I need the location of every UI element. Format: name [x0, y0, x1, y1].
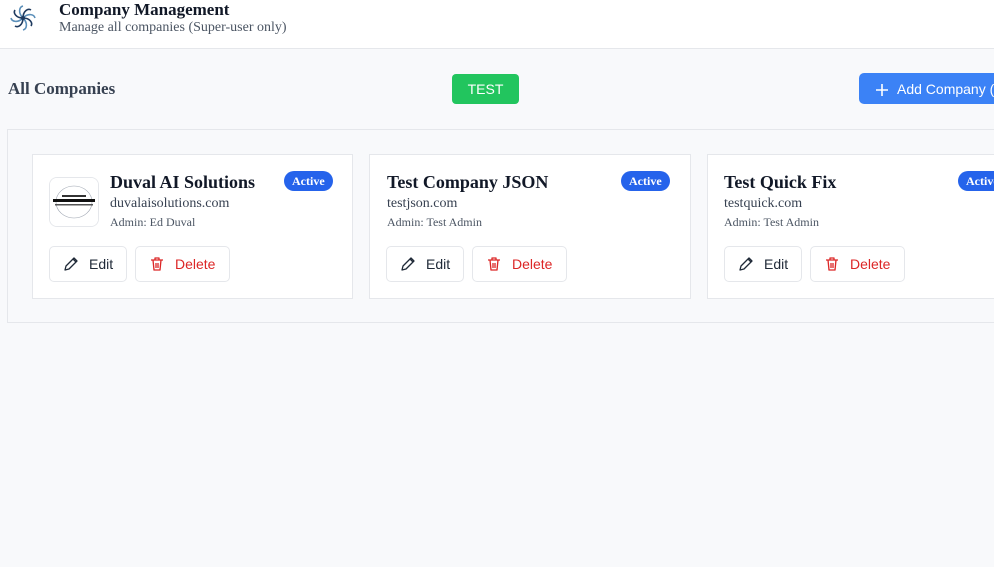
company-card: Test Quick Fix testquick.com Admin: Test… [707, 154, 994, 299]
delete-label: Delete [512, 256, 553, 272]
delete-button[interactable]: Delete [135, 246, 230, 282]
page-title: Company Management [59, 0, 230, 19]
status-badge: Active [284, 171, 333, 191]
page-subtitle: Manage all companies (Super-user only) [59, 20, 287, 35]
pencil-icon [738, 256, 754, 272]
page-header: Company Management Manage all companies … [0, 0, 994, 49]
status-badge: Active [958, 171, 994, 191]
add-company-button[interactable]: Add Company ( [859, 73, 994, 104]
edit-label: Edit [426, 256, 451, 272]
pencil-icon [63, 256, 79, 272]
company-domain: testjson.com [387, 196, 458, 211]
company-logo [49, 177, 99, 227]
edit-button[interactable]: Edit [724, 246, 802, 282]
company-admin: Admin: Ed Duval [110, 215, 196, 229]
trash-icon [149, 256, 165, 272]
add-company-label: Add Company ( [897, 80, 994, 97]
edit-label: Edit [764, 256, 789, 272]
company-name: Test Quick Fix [724, 172, 837, 192]
company-domain: testquick.com [724, 196, 803, 211]
trash-icon [824, 256, 840, 272]
trash-icon [486, 256, 502, 272]
delete-button[interactable]: Delete [810, 246, 905, 282]
company-admin: Admin: Test Admin [724, 215, 819, 229]
delete-label: Delete [850, 256, 891, 272]
company-admin: Admin: Test Admin [387, 215, 482, 229]
status-badge: Active [621, 171, 670, 191]
delete-button[interactable]: Delete [472, 246, 567, 282]
company-card: Test Company JSON testjson.com Admin: Te… [369, 154, 691, 299]
section-title: All Companies [8, 79, 116, 98]
edit-button[interactable]: Edit [49, 246, 127, 282]
company-name: Duval AI Solutions [110, 172, 256, 192]
company-domain: duvalaisolutions.com [110, 196, 230, 211]
company-name: Test Company JSON [387, 172, 549, 192]
pencil-icon [400, 256, 416, 272]
spiral-flower-logo-icon [7, 2, 39, 34]
plus-icon [876, 83, 888, 96]
delete-label: Delete [175, 256, 216, 272]
test-button[interactable]: TEST [452, 74, 519, 104]
edit-button[interactable]: Edit [386, 246, 464, 282]
company-card: Duval AI Solutions duvalaisolutions.com … [32, 154, 353, 299]
edit-label: Edit [89, 256, 114, 272]
